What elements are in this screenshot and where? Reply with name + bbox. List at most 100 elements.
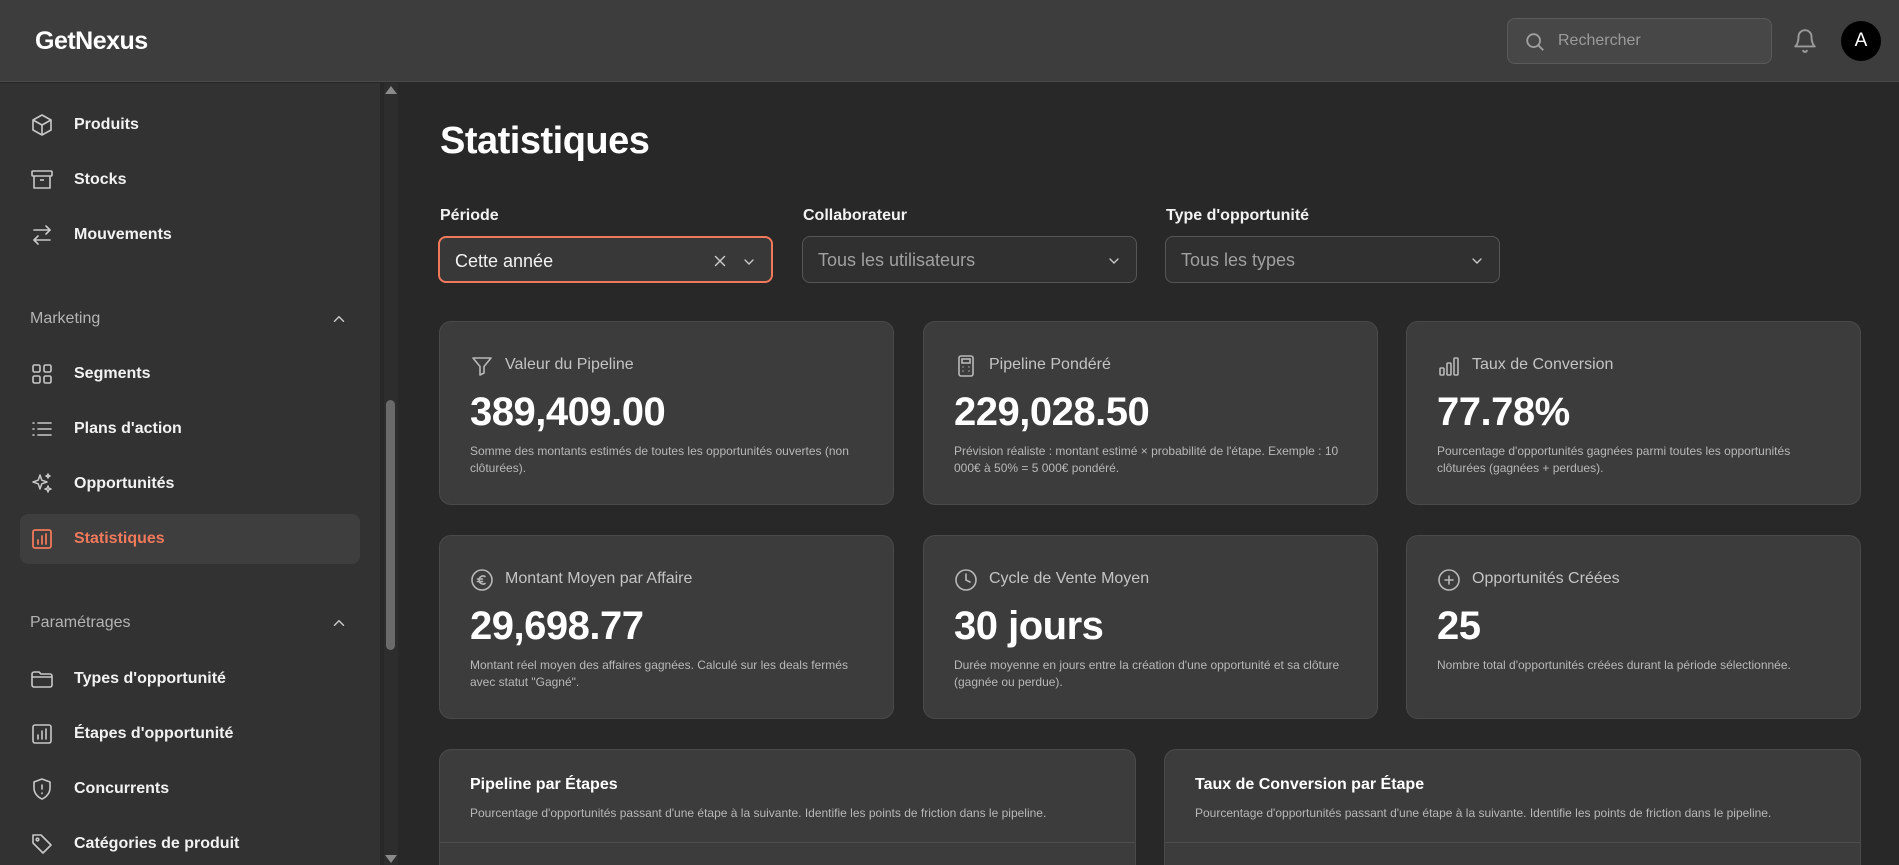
funnel-icon — [472, 357, 492, 376]
panel-divider — [440, 842, 1135, 843]
archive-box-icon — [31, 170, 53, 189]
sidebar-item-types-opportunite[interactable]: Types d'opportunité — [20, 654, 360, 704]
kpi-label: Montant Moyen par Affaire — [505, 570, 693, 587]
tag-icon — [32, 834, 52, 854]
search-box[interactable] — [1507, 18, 1772, 64]
sidebar-item-label: Statistiques — [74, 530, 165, 547]
arrows-exchange-icon — [33, 225, 51, 245]
list-icon — [32, 422, 52, 436]
chevron-down-icon[interactable] — [1469, 253, 1485, 269]
scroll-up-arrow[interactable] — [385, 86, 397, 94]
collaborator-select-placeholder: Tous les utilisateurs — [818, 250, 976, 270]
type-select[interactable]: Tous les types — [1165, 236, 1500, 283]
search-icon — [1526, 33, 1544, 51]
collaborator-select[interactable]: Tous les utilisateurs — [802, 236, 1137, 283]
kpi-card-weighted-pipeline: Pipeline Pondéré 229,028.50 Prévision ré… — [923, 321, 1378, 505]
sidebar-item-label: Mouvements — [74, 226, 172, 243]
section-title-marketing[interactable]: Marketing — [30, 310, 100, 328]
chart-bars-icon — [32, 724, 52, 744]
kpi-card-average-deal: Montant Moyen par Affaire 29,698.77 Mont… — [439, 535, 894, 719]
kpi-value: 77.78% — [1437, 390, 1570, 434]
kpi-value: 229,028.50 — [954, 390, 1150, 434]
clear-icon[interactable] — [711, 252, 729, 270]
panel-divider — [1165, 842, 1860, 843]
kpi-value: 30 jours — [954, 604, 1104, 648]
chart-bars-icon — [32, 529, 52, 549]
top-bar: GetNexus A — [0, 0, 1899, 82]
panel-title: Pipeline par Étapes — [470, 776, 618, 793]
avatar[interactable]: A — [1841, 21, 1881, 61]
sidebar-item-opportunites[interactable]: Opportunités — [20, 459, 360, 509]
sidebar-item-plans-action[interactable]: Plans d'action — [20, 404, 360, 454]
sidebar-item-label: Stocks — [74, 171, 127, 188]
sidebar-item-mouvements[interactable]: Mouvements — [20, 210, 360, 260]
page-title: Statistiques — [440, 120, 650, 162]
kpi-card-conversion-rate: Taux de Conversion 77.78% Pourcentage d'… — [1406, 321, 1861, 505]
grid-icon — [32, 364, 52, 384]
plus-circle-icon — [1438, 569, 1460, 591]
section-title-parametrages[interactable]: Paramétrages — [30, 614, 131, 632]
kpi-description: Prévision réaliste : montant estimé × pr… — [954, 444, 1339, 475]
sidebar-item-etapes-opportunite[interactable]: Étapes d'opportunité — [20, 709, 360, 759]
kpi-label: Pipeline Pondéré — [989, 356, 1111, 373]
kpi-label: Cycle de Vente Moyen — [989, 570, 1150, 587]
app-logo[interactable]: GetNexus — [35, 27, 148, 56]
scrollbar-thumb[interactable] — [386, 400, 395, 650]
filter-label-period: Période — [440, 207, 499, 224]
shield-alert-icon — [33, 778, 51, 800]
kpi-value: 29,698.77 — [470, 604, 644, 648]
bar-chart-icon — [1439, 357, 1459, 376]
sidebar-item-stocks[interactable]: Stocks — [20, 155, 360, 205]
folder-icon — [31, 671, 53, 688]
euro-circle-icon — [471, 569, 493, 591]
filter-label-collaborator: Collaborateur — [803, 207, 908, 224]
type-select-placeholder: Tous les types — [1181, 250, 1296, 270]
period-select[interactable]: Cette année — [438, 236, 773, 283]
filter-label-type: Type d'opportunité — [1166, 207, 1310, 224]
sidebar-item-label: Opportunités — [74, 475, 175, 492]
kpi-card-pipeline-value: Valeur du Pipeline 389,409.00 Somme des … — [439, 321, 894, 505]
clock-icon — [955, 569, 977, 591]
search-input[interactable] — [1558, 29, 1758, 53]
cube-icon — [32, 114, 52, 136]
kpi-value: 389,409.00 — [470, 390, 666, 434]
sidebar-item-categories-produit[interactable]: Catégories de produit — [20, 819, 360, 865]
panel-pipeline-by-stage: Pipeline par Étapes Pourcentage d'opport… — [439, 749, 1136, 865]
sidebar-item-label: Produits — [74, 116, 139, 133]
kpi-label: Opportunités Créées — [1472, 570, 1620, 587]
chevron-up-icon[interactable] — [330, 614, 348, 632]
chevron-down-icon[interactable] — [1106, 253, 1122, 269]
kpi-description: Pourcentage d'opportunités gagnées parmi… — [1437, 444, 1791, 475]
sidebar-item-label: Segments — [74, 365, 151, 382]
kpi-description: Somme des montants estimés de toutes les… — [470, 444, 849, 475]
kpi-label: Valeur du Pipeline — [505, 356, 634, 373]
kpi-description: Durée moyenne en jours entre la création… — [954, 658, 1340, 689]
kpi-description: Montant réel moyen des affaires gagnées.… — [470, 658, 848, 689]
sidebar-item-label: Plans d'action — [74, 420, 182, 437]
sidebar-item-concurrents[interactable]: Concurrents — [20, 764, 360, 814]
sparkles-icon — [32, 473, 52, 493]
sidebar-item-statistiques[interactable]: Statistiques — [20, 514, 360, 564]
sidebar-item-label: Concurrents — [74, 780, 170, 797]
scroll-down-arrow[interactable] — [385, 855, 397, 863]
sidebar-item-segments[interactable]: Segments — [20, 349, 360, 399]
sidebar-item-produits[interactable]: Produits — [20, 100, 360, 150]
chevron-up-icon[interactable] — [330, 310, 348, 328]
kpi-card-opportunities-created: Opportunités Créées 25 Nombre total d'op… — [1406, 535, 1861, 719]
panel-title: Taux de Conversion par Étape — [1195, 776, 1425, 793]
panel-subtitle: Pourcentage d'opportunités passant d'une… — [470, 806, 1047, 820]
sidebar: Produits Stocks Mouvements Marketing Seg… — [0, 83, 380, 865]
chevron-down-icon[interactable] — [741, 254, 757, 270]
kpi-label: Taux de Conversion — [1472, 356, 1614, 373]
panel-subtitle: Pourcentage d'opportunités passant d'une… — [1195, 806, 1772, 820]
period-select-value: Cette année — [455, 251, 554, 271]
panel-conversion-by-stage: Taux de Conversion par Étape Pourcentage… — [1164, 749, 1861, 865]
sidebar-item-label: Types d'opportunité — [74, 670, 226, 687]
sidebar-item-label: Étapes d'opportunité — [74, 725, 234, 742]
kpi-card-sales-cycle: Cycle de Vente Moyen 30 jours Durée moye… — [923, 535, 1378, 719]
calculator-icon — [958, 355, 974, 377]
bell-icon[interactable] — [1792, 27, 1818, 55]
kpi-description: Nombre total d'opportunités créées duran… — [1437, 658, 1791, 672]
sidebar-item-label: Catégories de produit — [74, 835, 240, 852]
kpi-value: 25 — [1437, 604, 1481, 648]
